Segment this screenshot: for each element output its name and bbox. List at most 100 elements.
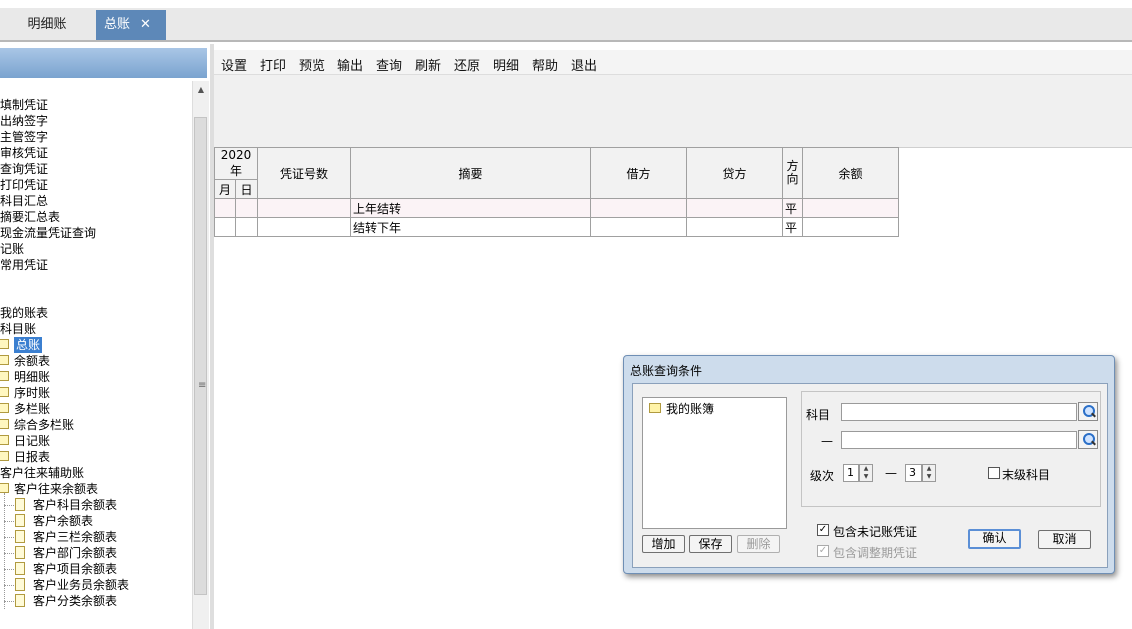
close-icon[interactable]: ✕ [140, 10, 151, 40]
toolbar-settings[interactable]: 设置 [221, 55, 247, 74]
tree-item[interactable]: 现金流量凭证查询 [0, 225, 192, 241]
report-header-area [214, 75, 1132, 148]
month-header: 月 [214, 179, 236, 199]
tree-item[interactable]: 综合多栏账 [0, 417, 192, 433]
add-button[interactable]: 增加 [642, 535, 685, 553]
confirm-button[interactable]: 确认 [968, 529, 1021, 549]
include-adjust-label: 包含调整期凭证 [833, 546, 918, 560]
tree-item[interactable] [0, 289, 192, 305]
tree-item-label: 出纳签字 [0, 114, 49, 128]
include-unposted-label: 包含未记账凭证 [833, 525, 918, 539]
subject-to-input[interactable] [841, 431, 1077, 449]
tree-item-label: 综合多栏账 [14, 418, 75, 432]
tree-item[interactable]: 序时账 [0, 385, 192, 401]
level-from-input[interactable]: 1 [843, 464, 859, 482]
tree-item[interactable]: 摘要汇总表 [0, 209, 192, 225]
tree-item[interactable]: 客户往来辅助账 [0, 465, 192, 481]
delete-button[interactable]: 删除 [737, 535, 780, 553]
leaf-subject-label: 末级科目 [1002, 468, 1051, 482]
cell-debit [590, 198, 687, 218]
table-row[interactable]: 上年结转 平 [214, 198, 899, 218]
tree-connector [4, 585, 14, 586]
toolbar-refresh[interactable]: 刷新 [415, 55, 441, 74]
leaf-subject-checkbox[interactable] [988, 467, 1000, 479]
subject-to-search-button[interactable] [1078, 430, 1098, 449]
level-to-spinner[interactable]: ▲ ▼ [922, 464, 936, 482]
folder-icon [0, 339, 9, 349]
tree-item-label: 日记账 [14, 434, 51, 448]
cell-credit [686, 217, 783, 237]
nav-scrollbar[interactable]: ▲ ≡ [192, 81, 209, 629]
tree-item[interactable]: 客户分类余额表 [0, 593, 192, 609]
tree-item[interactable]: 客户往来余额表 [0, 481, 192, 497]
tree-item[interactable]: 查询凭证 [0, 161, 192, 177]
tree-connector [4, 601, 14, 602]
voucher-header: 凭证号数 [257, 147, 351, 199]
tree-item[interactable]: 客户项目余额表 [0, 561, 192, 577]
tree-item[interactable] [0, 81, 192, 97]
toolbar-exit[interactable]: 退出 [571, 55, 597, 74]
tree-item[interactable]: 记账 [0, 241, 192, 257]
tree-item-label: 余额表 [14, 354, 51, 368]
tree-item[interactable]: 科目汇总 [0, 193, 192, 209]
document-icon [15, 594, 25, 607]
tree-connector [4, 537, 14, 538]
tree-item[interactable]: 主管签字 [0, 129, 192, 145]
nav-tree: 填制凭证 出纳签字 主管签字 审核凭证 查询凭证 打印凭证 科目汇总 摘要汇总表 现金流量凭证查… [0, 81, 192, 629]
folder-icon [0, 371, 9, 381]
tree-item[interactable]: 总账 [0, 337, 192, 353]
tree-item[interactable]: 科目账 [0, 321, 192, 337]
tree-item[interactable]: 日记账 [0, 433, 192, 449]
save-button[interactable]: 保存 [689, 535, 732, 553]
level-from-spinner[interactable]: ▲ ▼ [859, 464, 873, 482]
tree-item[interactable]: 填制凭证 [0, 97, 192, 113]
tree-item-label: 多栏账 [14, 402, 51, 416]
tree-item[interactable]: 打印凭证 [0, 177, 192, 193]
tree-item[interactable] [0, 273, 192, 289]
toolbar-query[interactable]: 查询 [376, 55, 402, 74]
tree-item[interactable]: 我的账表 [0, 305, 192, 321]
level-label: 级次 [810, 469, 835, 483]
toolbar-print[interactable]: 打印 [260, 55, 286, 74]
toolbar-export[interactable]: 输出 [337, 55, 363, 74]
document-icon [15, 530, 25, 543]
tree-item[interactable]: 客户科目余额表 [0, 497, 192, 513]
tree-item-label: 客户部门余额表 [33, 546, 118, 560]
tree-item-label: 客户往来余额表 [14, 482, 99, 496]
toolbar-detail[interactable]: 明细 [493, 55, 519, 74]
toolbar-preview[interactable]: 预览 [299, 55, 325, 74]
cancel-button[interactable]: 取消 [1038, 530, 1091, 549]
tree-item[interactable]: 客户三栏余额表 [0, 529, 192, 545]
level-to-input[interactable]: 3 [905, 464, 922, 482]
tree-item[interactable]: 客户余额表 [0, 513, 192, 529]
document-icon [15, 546, 25, 559]
tree-item[interactable]: 多栏账 [0, 401, 192, 417]
toolbar-restore[interactable]: 还原 [454, 55, 480, 74]
tree-item[interactable]: 审核凭证 [0, 145, 192, 161]
subject-from-input[interactable] [841, 403, 1077, 421]
tree-item[interactable]: 日报表 [0, 449, 192, 465]
include-adjust-checkbox[interactable]: ✓ [817, 545, 829, 557]
subject-from-search-button[interactable] [1078, 402, 1098, 421]
tree-item[interactable]: 客户部门余额表 [0, 545, 192, 561]
tree-item[interactable]: 客户业务员余额表 [0, 577, 192, 593]
balance-header: 余额 [802, 147, 899, 199]
toolbar-help[interactable]: 帮助 [532, 55, 558, 74]
tab-detail-ledger[interactable]: 明细账 [0, 10, 94, 40]
tree-item[interactable]: 余额表 [0, 353, 192, 369]
tree-item[interactable]: 常用凭证 [0, 257, 192, 273]
tree-connector [4, 553, 14, 554]
cell-direction: 平 [782, 217, 803, 237]
book-item[interactable]: 我的账簿 [666, 400, 714, 417]
direction-header: 方向 [782, 147, 803, 199]
account-book-list[interactable]: 我的账簿 [642, 397, 787, 529]
tree-item[interactable]: 明细账 [0, 369, 192, 385]
scroll-up-icon[interactable]: ▲ [193, 81, 209, 99]
include-unposted-checkbox[interactable]: ✓ [817, 524, 829, 536]
tab-general-ledger[interactable]: 总账 ✕ [96, 10, 166, 40]
tree-item-label: 摘要汇总表 [0, 210, 61, 224]
tree-item[interactable]: 出纳签字 [0, 113, 192, 129]
table-row[interactable]: 结转下年 平 [214, 217, 899, 237]
tree-item-label: 记账 [0, 242, 25, 256]
scroll-thumb[interactable]: ≡ [194, 117, 207, 595]
